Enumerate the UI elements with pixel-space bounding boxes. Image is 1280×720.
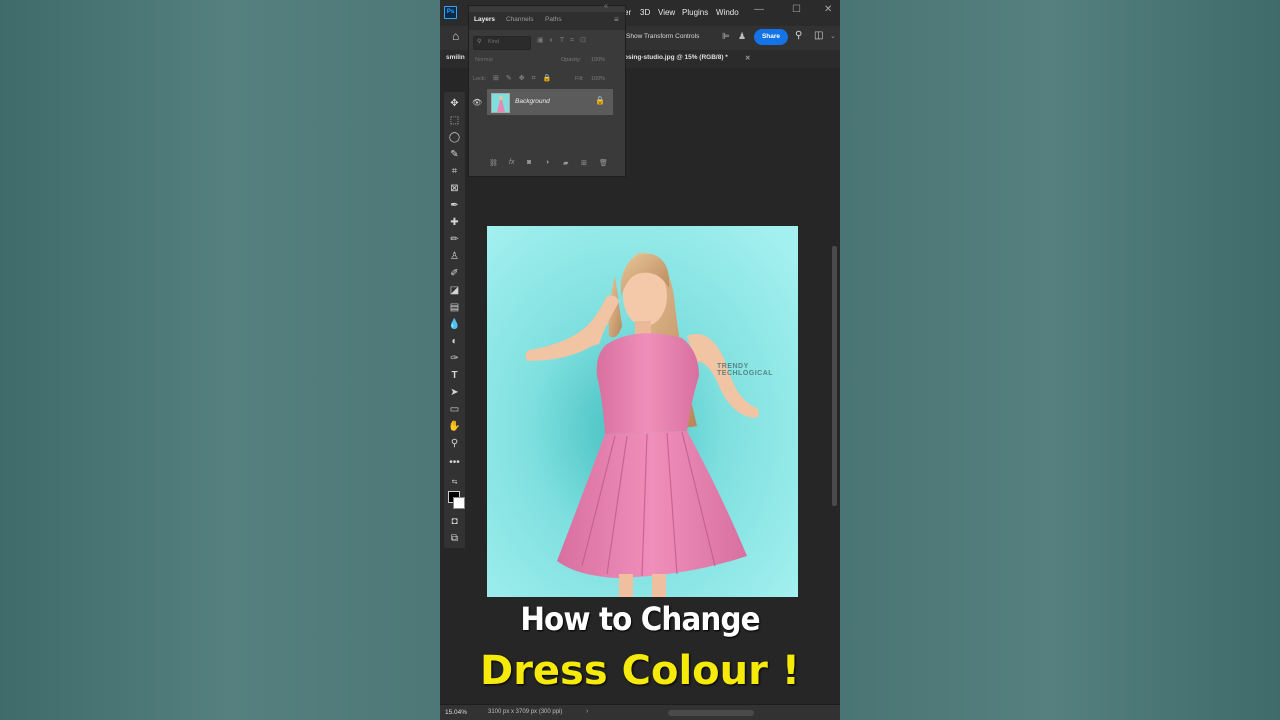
fill-value[interactable]: 100% — [591, 76, 605, 82]
screen-mode-icon[interactable]: ⧉ — [446, 531, 463, 546]
zoom-tool-icon[interactable]: ⚲ — [446, 436, 463, 451]
caption-line-2: Dress Colour ! — [480, 648, 800, 694]
tab-channels[interactable]: Channels — [506, 16, 533, 23]
tab-layers[interactable]: Layers — [474, 16, 495, 23]
trash-icon[interactable]: 🗑 — [599, 159, 608, 167]
user-icon[interactable]: ♟ — [738, 31, 746, 42]
tab-close-icon[interactable]: ✕ — [745, 54, 750, 62]
frame-tool-icon[interactable]: ⊠ — [446, 181, 463, 196]
horizontal-scrollbar[interactable] — [668, 710, 754, 716]
show-transform-controls-label[interactable]: Show Transform Controls — [626, 33, 699, 40]
model-photo — [487, 226, 798, 597]
adjustment-icon[interactable]: ◑ — [545, 159, 549, 166]
mask-icon[interactable]: ◙ — [527, 159, 531, 166]
close-icon[interactable]: ✕ — [824, 4, 832, 15]
layer-name[interactable]: Background — [515, 98, 550, 105]
layers-panel-tabs: Layers Channels Paths ≡ — [469, 12, 625, 30]
tab-paths[interactable]: Paths — [545, 16, 562, 23]
status-bar: 15.04% 3100 px x 3709 px (300 ppi) › — [440, 704, 840, 720]
clone-stamp-tool-icon[interactable]: ♙ — [446, 249, 463, 264]
history-brush-tool-icon[interactable]: ✐ — [446, 266, 463, 281]
chevron-right-icon[interactable]: › — [586, 708, 588, 715]
layer-thumbnail — [491, 93, 510, 113]
pen-tool-icon[interactable]: ✑ — [446, 351, 463, 366]
eyedropper-tool-icon[interactable]: ✒ — [446, 198, 463, 213]
collapse-panel-icon[interactable]: « — [604, 3, 608, 10]
layers-panel-footer: ⛓ fx ◙ ◑ ▰ ⊞ 🗑 — [469, 156, 625, 172]
fill-label: Fill: — [575, 76, 584, 82]
brush-tool-icon[interactable]: ✏ — [446, 232, 463, 247]
caption-line-1: How to Change — [520, 600, 760, 638]
new-layer-icon[interactable]: ⊞ — [581, 159, 587, 167]
marquee-tool-icon[interactable]: ⬚ — [446, 113, 463, 128]
menu-item-window[interactable]: Windo — [716, 8, 739, 17]
menu-item-view[interactable]: View — [658, 8, 675, 17]
quick-mask-icon[interactable]: ◘ — [446, 514, 463, 529]
blur-tool-icon[interactable]: 💧 — [446, 317, 463, 332]
opacity-value[interactable]: 100% — [591, 57, 605, 63]
path-selection-tool-icon[interactable]: ➤ — [446, 385, 463, 400]
panel-menu-icon[interactable]: ≡ — [614, 15, 619, 24]
hand-tool-icon[interactable]: ✋ — [446, 419, 463, 434]
kind-placeholder: Kind — [488, 39, 500, 45]
lock-icon: 🔒 — [595, 96, 605, 105]
layer-filter-kind[interactable]: ⚲ Kind — [473, 36, 531, 50]
quick-selection-tool-icon[interactable]: ✎ — [446, 147, 463, 162]
dodge-tool-icon[interactable]: ◐ — [446, 334, 463, 349]
search-icon[interactable]: ⚲ — [795, 30, 802, 41]
lasso-tool-icon[interactable]: ◯ — [446, 130, 463, 145]
eraser-tool-icon[interactable]: ◪ — [446, 283, 463, 298]
layers-panel: « Layers Channels Paths ≡ ⚲ Kind ▣◐T⌗⊡ N… — [468, 3, 626, 177]
filter-icons[interactable]: ▣◐T⌗⊡ — [537, 36, 592, 45]
zoom-level[interactable]: 15.04% — [445, 709, 467, 716]
document-image[interactable]: TRENDY TECHLOGICAL — [487, 226, 798, 597]
photoshop-logo-icon[interactable]: Ps — [444, 6, 457, 19]
more-tools-icon[interactable]: ••• — [446, 455, 463, 470]
swap-colors-icon[interactable]: ⇆ — [446, 475, 463, 490]
opacity-label: Opacity: — [561, 57, 582, 63]
lock-label: Lock: — [473, 76, 487, 82]
vertical-scrollbar[interactable] — [832, 246, 837, 506]
fx-icon[interactable]: fx — [509, 159, 514, 166]
chevron-down-icon[interactable]: ⌄ — [830, 32, 836, 40]
document-tab-left[interactable]: smilin — [446, 54, 465, 61]
minimize-icon[interactable]: — — [754, 4, 764, 15]
move-tool-icon[interactable]: ✥ — [446, 96, 463, 111]
gradient-tool-icon[interactable]: ▤ — [446, 300, 463, 315]
healing-brush-tool-icon[interactable]: ✚ — [446, 215, 463, 230]
crop-tool-icon[interactable]: ⌗ — [446, 164, 463, 179]
folder-icon[interactable]: ▰ — [563, 159, 568, 167]
tools-panel: ✥ ⬚ ◯ ✎ ⌗ ⊠ ✒ ✚ ✏ ♙ ✐ ◪ ▤ 💧 ◐ ✑ T ➤ ▭ ✋ … — [444, 92, 465, 548]
blend-mode-select[interactable]: Normal — [475, 57, 555, 69]
background-color-swatch[interactable] — [453, 497, 465, 509]
document-dimensions: 3100 px x 3709 px (300 ppi) — [488, 709, 563, 715]
share-button[interactable]: Share — [754, 29, 788, 45]
workspace-icon[interactable]: ◫ — [814, 30, 823, 41]
watermark-text: TRENDY TECHLOGICAL — [717, 363, 774, 377]
search-icon: ⚲ — [477, 39, 482, 45]
document-tab-active[interactable]: osing-studio.jpg @ 15% (RGB/8) * — [624, 54, 728, 61]
link-icon[interactable]: ⛓ — [489, 159, 498, 167]
layer-row[interactable]: Background 🔒 — [487, 89, 613, 115]
maximize-icon[interactable]: ☐ — [792, 4, 801, 15]
eye-icon[interactable]: 👁 — [472, 98, 482, 107]
home-icon[interactable]: ⌂ — [452, 29, 459, 43]
align-icon[interactable]: ⊫ — [722, 31, 730, 42]
menu-item-3d[interactable]: 3D — [640, 8, 650, 17]
type-tool-icon[interactable]: T — [446, 368, 463, 383]
rectangle-tool-icon[interactable]: ▭ — [446, 402, 463, 417]
lock-icons[interactable]: ⊞✎✥⌗🔒 — [493, 74, 558, 83]
menu-item-plugins[interactable]: Plugins — [682, 8, 708, 17]
